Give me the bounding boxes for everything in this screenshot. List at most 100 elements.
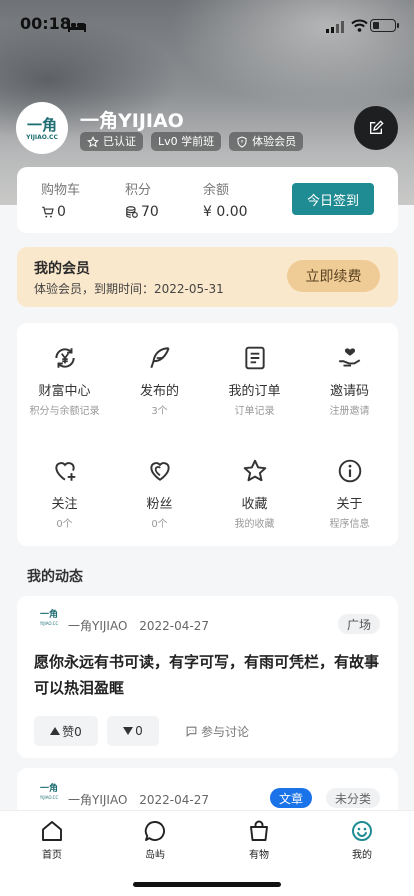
- avatar-logo-text: 一角: [26, 116, 57, 134]
- grid-item-label: 我的订单: [228, 384, 281, 399]
- bottom-tab-bar: 首页 岛屿 有物 我的: [0, 810, 414, 896]
- island-chat-icon: [144, 821, 165, 841]
- grid-item-fans[interactable]: 粉丝 0个: [112, 458, 207, 530]
- balance-label: 余额: [203, 183, 230, 198]
- grid-item-label: 邀请码: [329, 384, 369, 399]
- tab-me[interactable]: 我的: [332, 819, 392, 861]
- cart-stat[interactable]: 购物车 0: [41, 179, 80, 220]
- grid-item-invite-code[interactable]: 邀请码 注册邀请: [302, 345, 397, 417]
- post-author-avatar[interactable]: 一角 YIJIAO.CC: [37, 783, 61, 807]
- home-icon: [42, 821, 62, 841]
- points-label: 积分: [125, 183, 152, 198]
- post-meta: 一角YIJIAO 2022-04-27: [68, 617, 209, 634]
- status-bar: 00:18: [0, 14, 414, 38]
- membership-badge-label: 体验会员: [252, 135, 297, 148]
- balance-stat[interactable]: 余额 ¥ 0.00: [203, 179, 248, 220]
- grid-item-following[interactable]: 关注 0个: [17, 458, 112, 530]
- coins-icon: [126, 206, 138, 218]
- triangle-up-icon: [50, 727, 61, 735]
- level-badge-label: Lv0 学前班: [158, 135, 215, 148]
- grid-item-label: 发布的: [139, 384, 179, 399]
- membership-badge: 体验会员: [229, 132, 304, 151]
- upvote-button[interactable]: 赞0: [34, 716, 98, 746]
- cart-value: 0: [57, 204, 66, 220]
- wifi-icon: [351, 17, 368, 36]
- upvote-label: 赞0: [62, 724, 82, 739]
- post-avatar-logo-text: 一角: [39, 610, 58, 620]
- order-list-icon: [244, 346, 265, 370]
- points-value: 70: [141, 204, 159, 220]
- grid-item-desc: 积分与余额记录: [29, 406, 100, 417]
- discuss-label: 参与讨论: [201, 725, 250, 739]
- renew-button[interactable]: 立即续费: [287, 260, 380, 292]
- tab-goods[interactable]: 有物: [229, 819, 289, 861]
- post-tag-plaza[interactable]: 广场: [337, 614, 380, 634]
- yen-cycle-icon: [54, 348, 75, 368]
- user-avatar[interactable]: 一角 YIJIAO.CC: [16, 102, 68, 154]
- grid-item-label: 关注: [51, 497, 78, 512]
- tab-label: 岛屿: [145, 850, 165, 861]
- smile-icon: [352, 821, 372, 841]
- downvote-button[interactable]: 0: [107, 716, 159, 746]
- heart-plus-icon: [54, 462, 75, 481]
- edit-icon: [370, 120, 384, 134]
- avatar-logo-subtext: YIJIAO.CC: [26, 134, 58, 141]
- shopping-bag-icon: [250, 820, 268, 841]
- post-date: 2022-04-27: [139, 793, 209, 807]
- user-name: 一角YIJIAO: [80, 110, 184, 132]
- feather-icon: [149, 347, 170, 369]
- grid-item-published[interactable]: 发布的 3个: [112, 345, 207, 417]
- triangle-down-icon: [123, 727, 134, 735]
- points-stat[interactable]: 积分 70: [125, 179, 159, 220]
- post-author: 一角YIJIAO: [68, 619, 128, 633]
- post-date: 2022-04-27: [139, 619, 209, 633]
- info-icon: [338, 459, 361, 483]
- post-avatar-logo-text: 一角: [39, 784, 58, 794]
- hand-heart-icon: [338, 348, 360, 367]
- post-avatar-logo-subtext: YIJIAO.CC: [39, 795, 59, 800]
- star-outline-icon: [87, 135, 99, 147]
- home-indicator[interactable]: [133, 882, 281, 887]
- grid-item-desc: 注册邀请: [329, 406, 370, 417]
- grid-item-desc: 我的收藏: [234, 519, 275, 530]
- post-content: 愿你永远有书可读，有字可写，有雨可凭栏，有故事可以热泪盈眶: [34, 653, 380, 697]
- grid-item-desc: 3个: [151, 406, 168, 417]
- cart-icon: [42, 206, 54, 218]
- comment-icon: [186, 726, 197, 737]
- membership-card: 我的会员 体验会员，到期时间：2022-05-31 立即续费: [17, 247, 398, 307]
- downvote-count: 0: [135, 724, 143, 738]
- post-tag-uncategorized[interactable]: 未分类: [325, 788, 380, 808]
- post-tag-article[interactable]: 文章: [269, 788, 312, 808]
- grid-item-desc: 0个: [56, 519, 73, 530]
- cart-label: 购物车: [41, 183, 81, 198]
- tab-island[interactable]: 岛屿: [125, 819, 185, 861]
- grid-item-favorites[interactable]: 收藏 我的收藏: [207, 458, 302, 530]
- grid-item-label: 收藏: [241, 497, 268, 512]
- status-time: 00:18: [20, 14, 71, 33]
- star-icon: [243, 459, 266, 482]
- grid-item-my-orders[interactable]: 我的订单 订单记录: [207, 345, 302, 417]
- tab-label: 我的: [352, 850, 372, 861]
- membership-title: 我的会员: [34, 261, 90, 277]
- shield-icon: [237, 135, 247, 148]
- grid-item-about[interactable]: 关于 程序信息: [302, 458, 397, 530]
- post-author-avatar[interactable]: 一角 YIJIAO.CC: [37, 609, 61, 633]
- account-stats-card: 购物车 0 积分 70 余额 ¥ 0.00 今日签到: [17, 167, 398, 233]
- post-avatar-logo-subtext: YIJIAO.CC: [39, 621, 59, 626]
- cellular-signal-icon: [326, 18, 344, 37]
- activity-post[interactable]: 一角 YIJIAO.CC 一角YIJIAO 2022-04-27 广场 愿你永远…: [17, 596, 398, 758]
- battery-icon: [370, 19, 399, 32]
- grid-item-desc: 程序信息: [329, 519, 370, 530]
- post-author: 一角YIJIAO: [68, 793, 128, 807]
- balance-value: ¥ 0.00: [203, 204, 248, 220]
- edit-profile-button[interactable]: [354, 106, 398, 150]
- discuss-button[interactable]: 参与讨论: [185, 723, 249, 740]
- grid-item-wealth-center[interactable]: 财富中心 积分与余额记录: [17, 345, 112, 417]
- grid-item-label: 财富中心: [38, 384, 91, 399]
- user-badges: 已认证 Lv0 学前班 体验会员: [80, 132, 304, 151]
- daily-checkin-button[interactable]: 今日签到: [292, 183, 374, 215]
- my-activity-title: 我的动态: [27, 569, 83, 585]
- tab-home[interactable]: 首页: [22, 819, 82, 861]
- level-badge: Lv0 学前班: [151, 132, 222, 151]
- grid-item-label: 关于: [336, 497, 363, 512]
